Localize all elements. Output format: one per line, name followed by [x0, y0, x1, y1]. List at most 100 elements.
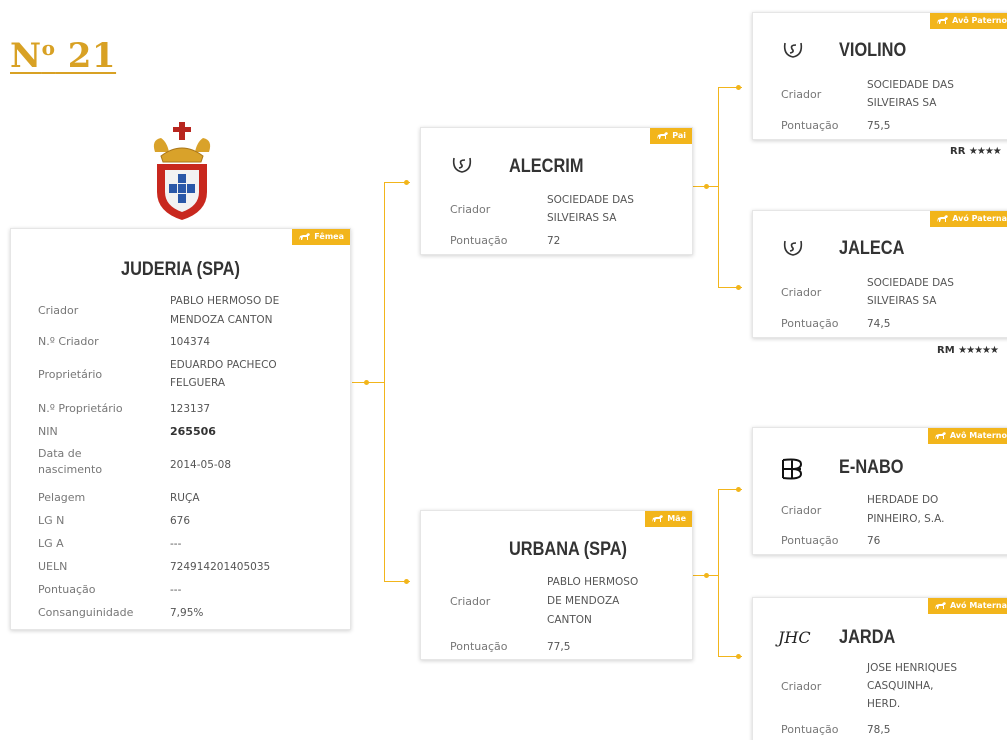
rating-badge: RM ★★★★★ [937, 345, 999, 356]
horse-name: JUDERIA (SPA) [121, 259, 240, 280]
horse-card-avo-materno[interactable]: Avô Materno E-NABO Criador HERDADE DO PI… [752, 427, 1007, 555]
value-pontuacao: 77,5 [547, 641, 571, 653]
value-criador-line2: SILVEIRAS SA [547, 212, 617, 224]
value-criador-line3: CANTON [547, 614, 592, 626]
horse-name: JALECA [839, 238, 905, 259]
value-criador-line1: SOCIEDADE DAS [867, 79, 954, 91]
horse-name: ALECRIM [509, 156, 584, 177]
value-criador-line2: MENDOZA CANTON [170, 314, 273, 326]
label-data-nascimento-line1: Data de [38, 447, 82, 460]
label-pontuacao: Pontuação [450, 640, 508, 653]
value-pontuacao: 74,5 [867, 318, 891, 330]
label-criador: Criador [781, 286, 822, 299]
value-criador-line1: SOCIEDADE DAS [547, 194, 634, 206]
connector-dot [736, 85, 741, 90]
value-lg-a: --- [170, 538, 182, 550]
value-n-proprietario: 123137 [170, 403, 211, 415]
connector-pai-vertical [718, 87, 719, 288]
label-pontuacao: Pontuação [38, 583, 96, 596]
coat-of-arms-icon [153, 122, 211, 220]
sex-badge: Mãe [645, 511, 692, 527]
connector-dot [404, 180, 409, 185]
label-nin: NIN [38, 425, 58, 438]
jhc-brand-icon: JHC [778, 628, 811, 647]
value-criador-line2: PINHEIRO, S.A. [867, 513, 945, 525]
label-consanguinidade: Consanguinidade [38, 606, 134, 619]
connector-dot [736, 654, 741, 659]
horse-card-avo-paterna[interactable]: Avó Paterna JALECA Criador SOCIEDADE DAS… [752, 210, 1007, 338]
connector-dot [704, 184, 709, 189]
value-criador-line1: SOCIEDADE DAS [867, 277, 954, 289]
label-criador: Criador [38, 304, 79, 317]
horse-icon [299, 233, 311, 240]
label-proprietario: Proprietário [38, 368, 103, 381]
rating-stars: ★★★★ [968, 146, 1002, 157]
horse-name: URBANA (SPA) [509, 539, 628, 560]
horse-name: JARDA [839, 627, 896, 648]
value-criador-line1: PABLO HERMOSO DE [170, 295, 280, 307]
label-lg-a: LG A [38, 537, 64, 550]
value-pontuacao: 75,5 [867, 120, 891, 132]
value-criador-line3: HERD. [867, 698, 901, 710]
horse-icon [937, 215, 949, 222]
value-pontuacao: --- [170, 584, 182, 596]
value-lg-n: 676 [170, 515, 191, 527]
value-nin: 265506 [170, 425, 216, 438]
horse-name: E-NABO [839, 457, 904, 478]
horse-card-pai[interactable]: Pai ALECRIM Criador SOCIEDADE DAS SILVEI… [420, 127, 693, 255]
value-data-nascimento: 2014-05-08 [170, 459, 232, 471]
value-pontuacao: 76 [867, 535, 881, 547]
sex-badge: Avô Materno [927, 428, 1007, 444]
connector-dot [364, 380, 369, 385]
value-criador-line2: SILVEIRAS SA [867, 97, 937, 109]
label-criador: Criador [781, 504, 822, 517]
connector-dot [704, 573, 709, 578]
connector-main-vertical [384, 182, 385, 582]
value-criador-line1: JOSE HENRIQUES [867, 662, 958, 674]
sex-badge: Avó Paterna [930, 211, 1007, 227]
value-criador-line1: PABLO HERMOSO [547, 576, 639, 588]
s-brand-icon [783, 42, 803, 58]
value-pelagem: RUÇA [170, 492, 200, 504]
horse-icon [934, 432, 946, 439]
value-criador-line2: CASQUINHA, [867, 680, 934, 692]
label-ueln: UELN [38, 560, 68, 573]
label-n-criador: N.º Criador [38, 335, 99, 348]
sex-badge: Avô Paterno [930, 13, 1007, 29]
label-criador: Criador [781, 88, 822, 101]
sex-badge: Avó Materna [927, 598, 1007, 614]
sex-badge: Fêmea [292, 229, 350, 245]
label-n-proprietario: N.º Proprietário [38, 402, 123, 415]
value-criador-line2: SILVEIRAS SA [867, 295, 937, 307]
hd-brand-icon [782, 458, 803, 480]
connector-dot [736, 285, 741, 290]
rating-stars: ★★★★★ [958, 345, 999, 356]
connector-mae-vertical [718, 489, 719, 656]
lot-number-title: No 21 [10, 36, 117, 76]
value-pontuacao: 72 [547, 235, 561, 247]
value-pontuacao: 78,5 [867, 724, 891, 736]
horse-icon [657, 132, 669, 139]
label-pontuacao: Pontuação [781, 119, 839, 132]
horse-card-avo-materna[interactable]: Avó Materna JHC JARDA JOSE HENRIQUES CAS… [752, 597, 1007, 740]
label-criador: Criador [450, 203, 491, 216]
connector-dot [736, 487, 741, 492]
horse-icon [937, 17, 949, 24]
horse-name: VIOLINO [839, 40, 907, 61]
label-pelagem: Pelagem [38, 491, 86, 504]
label-pontuacao: Pontuação [781, 723, 839, 736]
value-proprietario-line1: EDUARDO PACHECO [170, 359, 277, 371]
value-criador-line2: DE MENDOZA [547, 595, 620, 607]
value-proprietario-line2: FELGUERA [170, 377, 226, 389]
horse-card-main[interactable]: Fêmea JUDERIA (SPA) Criador PABLO HERMOS… [10, 228, 351, 630]
value-consanguinidade: 7,95% [170, 607, 204, 619]
sex-badge: Pai [650, 128, 692, 144]
s-brand-icon [452, 157, 472, 173]
connector-dot [404, 579, 409, 584]
value-criador-line1: HERDADE DO [867, 494, 939, 506]
label-pontuacao: Pontuação [450, 234, 508, 247]
label-lg-n: LG N [38, 514, 65, 527]
label-data-nascimento-line2: nascimento [38, 463, 103, 476]
horse-card-avo-paterno[interactable]: Avô Paterno VIOLINO Criador SOCIEDADE DA… [752, 12, 1007, 140]
horse-card-mae[interactable]: Mãe URBANA (SPA) PABLO HERMOSO DE MENDOZ… [420, 510, 693, 660]
